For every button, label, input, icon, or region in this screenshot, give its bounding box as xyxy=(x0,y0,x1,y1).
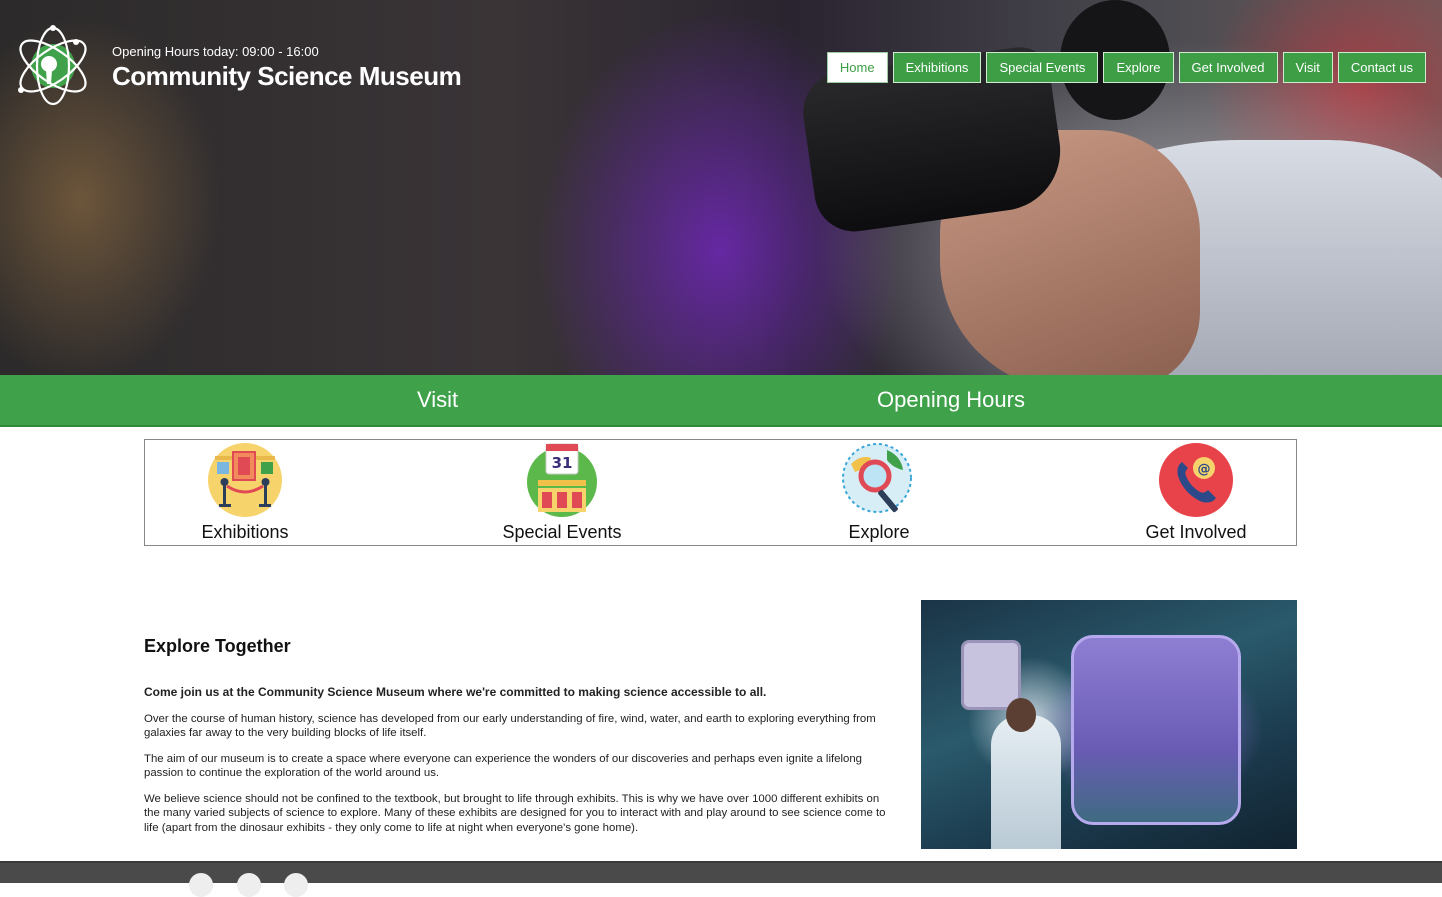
lab-photo xyxy=(921,600,1297,849)
tile-explore[interactable]: Explore xyxy=(779,442,979,543)
twitter-icon[interactable] xyxy=(237,873,261,897)
calendar-icon: 31 xyxy=(527,443,597,517)
feature-tiles: Exhibitions 31 Special Events Explore @ … xyxy=(144,439,1297,546)
phone-email-icon: @ xyxy=(1159,443,1233,517)
footer xyxy=(0,861,1442,897)
nav-contact-us[interactable]: Contact us xyxy=(1337,52,1426,83)
section-heading: Explore Together xyxy=(144,636,291,656)
tile-get-involved[interactable]: @ Get Involved xyxy=(1096,442,1296,543)
body-paragraph-1: Over the course of human history, scienc… xyxy=(144,712,876,740)
tile-get-involved-label: Get Involved xyxy=(1145,522,1247,542)
brand-text: Opening Hours today: 09:00 - 16:00 Commu… xyxy=(112,40,462,92)
nav-visit[interactable]: Visit xyxy=(1282,52,1333,83)
nav-special-events[interactable]: Special Events xyxy=(986,52,1099,83)
tile-explore-label: Explore xyxy=(848,522,910,542)
nav-get-involved[interactable]: Get Involved xyxy=(1178,52,1278,83)
hero-banner: Opening Hours today: 09:00 - 16:00 Commu… xyxy=(0,0,1442,376)
intro-section: Explore Together Come join us at the Com… xyxy=(144,636,889,846)
bar-visit-link[interactable]: Visit xyxy=(417,387,458,413)
lab-porthole xyxy=(961,640,1021,710)
nav-explore[interactable]: Explore xyxy=(1103,52,1174,83)
brand[interactable]: Opening Hours today: 09:00 - 16:00 Commu… xyxy=(12,20,462,112)
instagram-icon[interactable] xyxy=(284,873,308,897)
facebook-icon[interactable] xyxy=(189,873,213,897)
lab-machine xyxy=(1071,635,1241,825)
site-title: Community Science Museum xyxy=(112,61,462,91)
body-paragraph-2: The aim of our museum is to create a spa… xyxy=(144,752,863,780)
bar-opening-hours-link[interactable]: Opening Hours xyxy=(877,387,1025,413)
lead-paragraph: Come join us at the Community Science Mu… xyxy=(144,685,767,699)
lab-scientist xyxy=(991,715,1061,849)
visit-hours-bar: Visit Opening Hours xyxy=(0,375,1442,427)
email-at-symbol: @ xyxy=(1198,462,1211,477)
tile-special-events-label: Special Events xyxy=(502,522,622,542)
opening-hours-text: Opening Hours today: 09:00 - 16:00 xyxy=(112,44,319,59)
lab-scientist-head xyxy=(1006,698,1036,732)
exhibition-icon xyxy=(208,443,282,517)
main-nav: Home Exhibitions Special Events Explore … xyxy=(826,52,1426,83)
nav-home[interactable]: Home xyxy=(826,52,888,83)
calendar-day: 31 xyxy=(552,454,573,472)
body-paragraph-3: We believe science should not be confine… xyxy=(144,792,886,834)
magnifier-globe-icon xyxy=(842,443,912,513)
tile-special-events[interactable]: 31 Special Events xyxy=(462,442,662,543)
atom-logo-icon xyxy=(18,25,87,106)
tile-exhibitions-label: Exhibitions xyxy=(201,522,289,542)
tile-exhibitions[interactable]: Exhibitions xyxy=(145,442,345,543)
nav-exhibitions[interactable]: Exhibitions xyxy=(892,52,982,83)
